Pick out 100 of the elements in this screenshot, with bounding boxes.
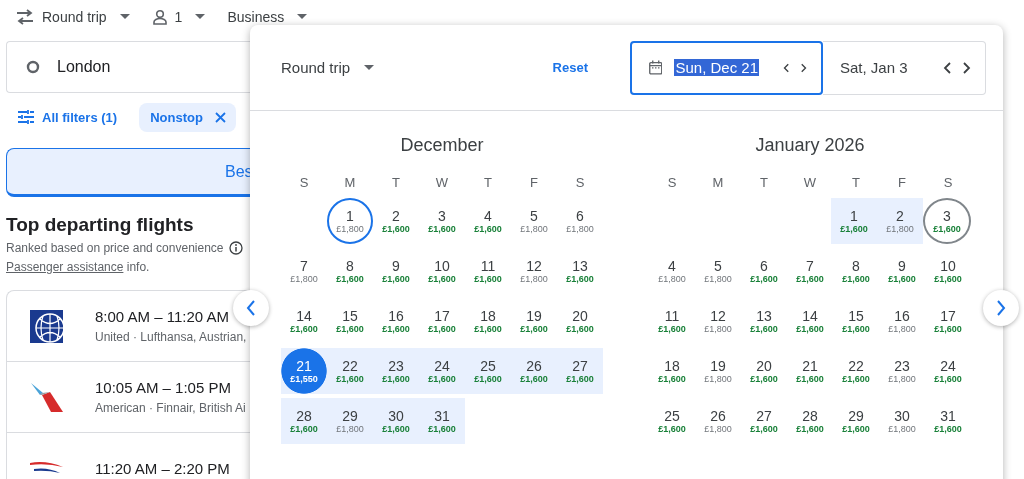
previous-icon[interactable] [783, 61, 789, 74]
weekday-label: S [298, 174, 310, 190]
swap-icon [15, 8, 35, 25]
calendar-day[interactable]: 23 £1,800 [879, 348, 925, 394]
weekday-label: T [483, 174, 493, 190]
calendar-day[interactable]: 4 £1,800 [649, 248, 695, 294]
next-month-button[interactable] [983, 290, 1019, 326]
calendar-day[interactable]: 13 £1,600 [557, 248, 603, 294]
calendar-day[interactable]: 11 £1,600 [465, 248, 511, 294]
trip-type-dropdown[interactable]: Round trip [42, 8, 107, 25]
return-date-field[interactable]: Sat, Jan 3 [823, 40, 986, 95]
calendar-day[interactable]: 24 £1,600 [419, 348, 465, 394]
calendar-day[interactable]: 22 £1,600 [327, 348, 373, 394]
weekday-label: W [434, 174, 450, 190]
calendar-day[interactable]: 17 £1,600 [925, 298, 971, 344]
calendar-day[interactable]: 10 £1,600 [925, 248, 971, 294]
calendar-day[interactable]: 30 £1,800 [879, 398, 925, 444]
previous-icon[interactable] [943, 61, 951, 74]
calendar-day[interactable]: 13 £1,600 [741, 298, 787, 344]
calendar-day[interactable]: 25 £1,600 [465, 348, 511, 394]
next-icon[interactable] [801, 61, 807, 74]
calendar-day[interactable]: 5 £1,800 [511, 198, 557, 244]
tail-fin-icon [30, 380, 63, 414]
flight-times: 11:20 AM – 2:20 PM [95, 459, 230, 477]
previous-month-button[interactable] [233, 290, 269, 326]
calendar-day[interactable]: 21 £1,600 [787, 348, 833, 394]
reset-button[interactable]: Reset [548, 56, 592, 79]
caret-icon [364, 65, 375, 70]
month-title: December [399, 135, 485, 157]
weekday-label: S [666, 174, 678, 190]
calendar-day[interactable]: 18 £1,600 [465, 298, 511, 344]
passenger-dropdown[interactable]: 1 [174, 8, 183, 25]
calendar-day[interactable]: 16 £1,600 [373, 298, 419, 344]
cabin-dropdown[interactable]: Business [227, 8, 285, 25]
month-title: January 2026 [754, 135, 866, 157]
calendar-day[interactable]: 4 £1,600 [465, 198, 511, 244]
calendar-day[interactable]: 1 £1,600 [831, 198, 877, 244]
calendar-day[interactable]: 21 £1,550 [281, 348, 327, 394]
calendar-day[interactable]: 15 £1,600 [833, 298, 879, 344]
calendar-day[interactable]: 2 £1,600 [373, 198, 419, 244]
calendar-day[interactable]: 20 £1,600 [741, 348, 787, 394]
calendar-day[interactable]: 15 £1,600 [327, 298, 373, 344]
calendar-day[interactable]: 14 £1,600 [787, 298, 833, 344]
weekday-label: S [574, 174, 586, 190]
calendar-day[interactable]: 26 £1,800 [695, 398, 741, 444]
section-heading: Top departing flights [6, 214, 195, 236]
calendar-day[interactable]: 6 £1,800 [557, 198, 603, 244]
calendar-day[interactable]: 19 £1,600 [511, 298, 557, 344]
flight-times: 10:05 AM – 1:05 PM [95, 379, 232, 396]
calendar-day[interactable]: 27 £1,600 [557, 348, 603, 394]
calendar-day[interactable]: 16 £1,800 [879, 298, 925, 344]
calendar-day[interactable]: 9 £1,600 [879, 248, 925, 294]
calendar-day[interactable]: 27 £1,600 [741, 398, 787, 444]
flight-airlines: American · Finnair, British Ai [95, 401, 246, 415]
calendar-day[interactable]: 18 £1,600 [649, 348, 695, 394]
all-filters-button[interactable]: All filters (1) [18, 109, 118, 125]
calendar-day[interactable]: 29 £1,800 [327, 398, 373, 444]
trip-type-dropdown[interactable]: Round trip [281, 59, 375, 76]
calendar-day[interactable]: 31 £1,600 [925, 398, 971, 444]
calendar-day[interactable]: 30 £1,600 [373, 398, 419, 444]
calendar-day[interactable]: 25 £1,600 [649, 398, 695, 444]
calendar-day[interactable]: 23 £1,600 [373, 348, 419, 394]
chevron-right-icon [996, 300, 1006, 316]
filter-chip[interactable]: Nonstop [139, 102, 236, 132]
calendar-day[interactable]: 22 £1,600 [833, 348, 879, 394]
calendar-day[interactable]: 3 £1,600 [419, 198, 465, 244]
calendar-day[interactable]: 28 £1,600 [787, 398, 833, 444]
calendar-day[interactable]: 24 £1,600 [925, 348, 971, 394]
calendar-day[interactable]: 5 £1,800 [695, 248, 741, 294]
calendar-day[interactable]: 7 £1,800 [281, 248, 327, 294]
departure-date-field[interactable]: Sun, Dec 21 [630, 40, 823, 95]
calendar-day[interactable]: 9 £1,600 [373, 248, 419, 294]
calendar-day[interactable]: 28 £1,600 [281, 398, 327, 444]
calendar-day[interactable]: 17 £1,600 [419, 298, 465, 344]
calendar-day[interactable]: 19 £1,800 [695, 348, 741, 394]
calendar-day[interactable]: 29 £1,600 [833, 398, 879, 444]
calendar-day[interactable]: 14 £1,600 [281, 298, 327, 344]
calendar-day[interactable]: 8 £1,600 [833, 248, 879, 294]
weekday-label: F [529, 174, 539, 190]
assistance-link[interactable]: Passenger assistance [6, 260, 124, 274]
calendar-day[interactable]: 31 £1,600 [419, 398, 465, 444]
calendar-day[interactable]: 10 £1,600 [419, 248, 465, 294]
globe-logo-icon [30, 309, 63, 343]
calendar-day[interactable]: 26 £1,600 [511, 348, 557, 394]
calendar-day[interactable]: 8 £1,600 [327, 248, 373, 294]
calendar-day[interactable]: 1 £1,800 [327, 198, 373, 244]
flight-times: 8:00 AM – 11:20 AM [95, 308, 230, 325]
calendar-day[interactable]: 6 £1,600 [741, 248, 787, 294]
calendar-day[interactable]: 12 £1,800 [695, 298, 741, 344]
calendar-day[interactable]: 7 £1,600 [787, 248, 833, 294]
caret-icon [119, 14, 130, 19]
calendar-day[interactable]: 20 £1,600 [557, 298, 603, 344]
calendar-day[interactable]: 2 £1,800 [877, 198, 923, 244]
weekday-label: W [802, 174, 818, 190]
weekday-label: T [851, 174, 861, 190]
next-icon[interactable] [963, 61, 971, 74]
chevron-left-icon [246, 300, 256, 316]
calendar-day[interactable]: 3 £1,600 [923, 198, 971, 244]
calendar-day[interactable]: 11 £1,600 [649, 298, 695, 344]
calendar-day[interactable]: 12 £1,800 [511, 248, 557, 294]
